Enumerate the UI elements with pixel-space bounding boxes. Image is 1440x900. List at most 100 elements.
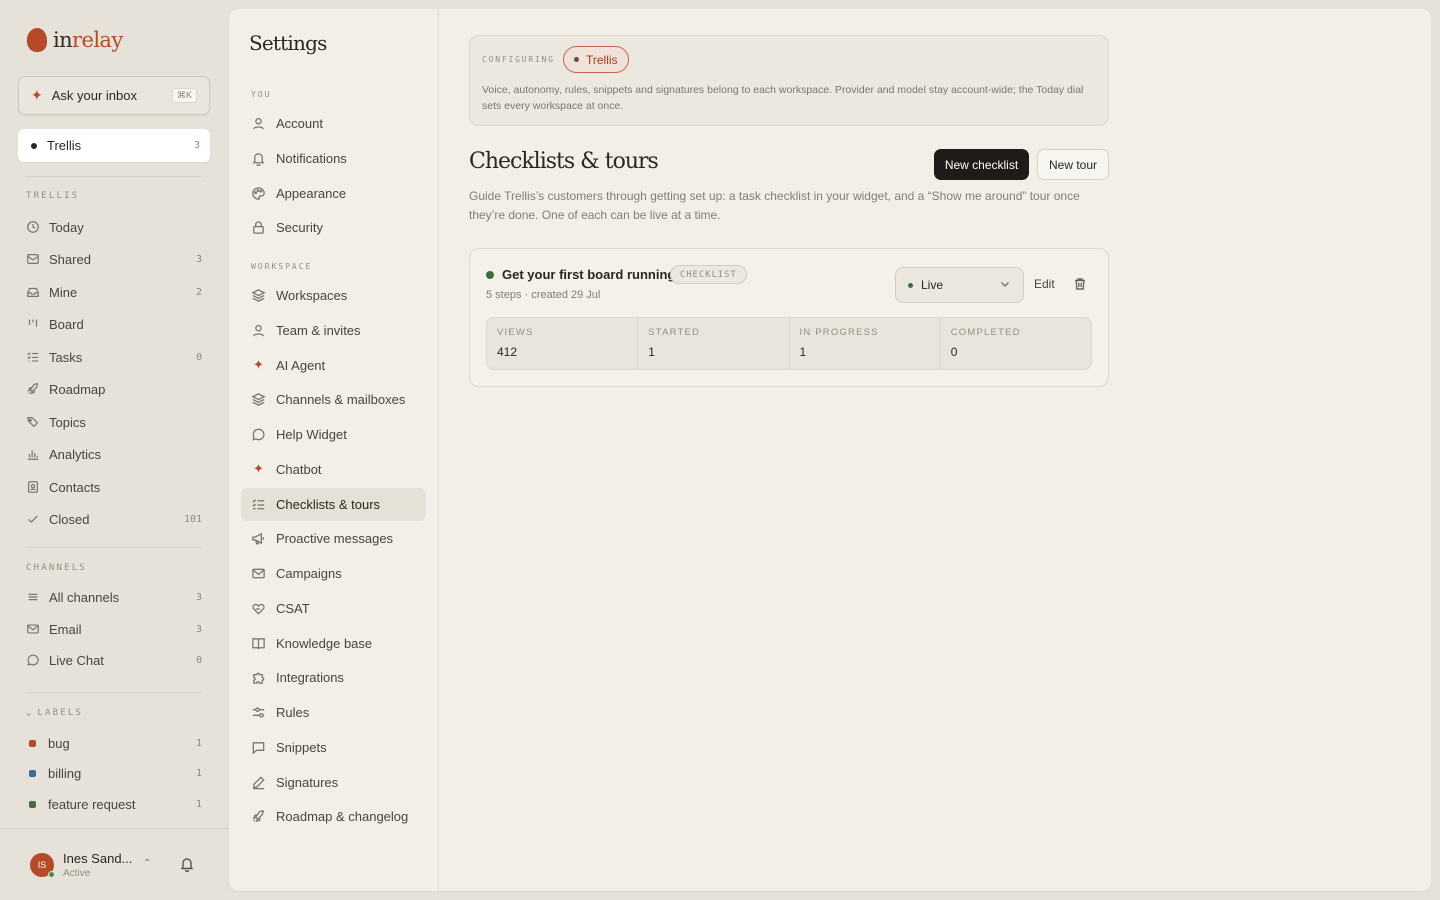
stat-started: STARTED 1 [638,318,790,369]
settings-item-security[interactable]: Security [241,211,426,244]
ask-inbox-button[interactable]: ✦ Ask your inbox ⌘K [18,76,210,115]
sparkle-icon: ✦ [31,87,43,103]
labels-section-toggle[interactable]: ⌄ LABELS [26,708,83,718]
settings-item-label: Signatures [276,774,339,790]
chevron-up-icon[interactable]: ⌃ [143,858,151,869]
new-checklist-button[interactable]: New checklist [934,149,1029,180]
channel-item-live-chat[interactable]: Live Chat 0 [26,648,202,672]
label-item-billing[interactable]: billing 1 [26,761,202,785]
brand-logo[interactable]: inrelay [27,28,123,52]
settings-item-snippets[interactable]: Snippets [241,731,426,764]
settings-item-roadmap-and-changelog[interactable]: Roadmap & changelog [241,800,426,833]
settings-item-channels-and-mailboxes[interactable]: Channels & mailboxes [241,383,426,416]
puzzle-icon [251,670,266,685]
label-item-bug[interactable]: bug 1 [26,731,202,755]
stat-label: COMPLETED [950,327,1021,338]
sparkle-icon: ✦ [253,461,264,477]
sidebar-item-board[interactable]: Board [26,312,202,336]
settings-item-ai-agent[interactable]: ✦ AI Agent [241,349,426,382]
channel-item-email[interactable]: Email 3 [26,617,202,641]
settings-item-workspaces[interactable]: Workspaces [241,279,426,312]
workspace-switcher[interactable]: Trellis 3 [18,129,210,162]
bell-icon[interactable] [179,856,195,877]
settings-item-team-and-invites[interactable]: Team & invites [241,314,426,347]
sidebar-item-label: Roadmap [49,381,106,397]
label-item-label: feature request [48,796,136,812]
sidebar-item-label: Today [49,219,84,235]
settings-item-knowledge-base[interactable]: Knowledge base [241,627,426,660]
settings-item-checklists-and-tours[interactable]: Checklists & tours [241,487,426,521]
settings-item-label: Campaigns [276,566,342,581]
bar-chart-icon [26,447,40,461]
inbox-tray-icon [26,285,40,299]
sidebar-item-tasks[interactable]: Tasks 0 [26,345,202,369]
pen-icon [251,775,266,790]
stat-label: IN PROGRESS [799,327,879,338]
settings-item-label: CSAT [276,600,310,616]
channel-item-count: 3 [195,591,202,603]
chevron-down-icon [999,278,1011,293]
configuring-workspace-pill[interactable]: Trellis [563,46,629,73]
settings-item-label: Roadmap & changelog [276,809,409,825]
tasks-icon [26,350,40,364]
label-item-feature-request[interactable]: feature request 1 [26,792,202,816]
trash-icon[interactable] [1073,277,1087,296]
settings-item-label: Security [276,220,323,236]
inbox-icon [26,252,40,266]
stat-views: VIEWS 412 [487,318,639,369]
rocket-icon [251,809,266,824]
divider [26,692,202,693]
sidebar-item-today[interactable]: Today [26,215,202,239]
settings-item-label: Notifications [276,150,347,166]
settings-item-account[interactable]: Account [241,107,426,140]
settings-item-help-widget[interactable]: Help Widget [241,418,426,451]
settings-item-proactive-messages[interactable]: Proactive messages [241,522,426,555]
chat-bubble-icon [251,427,266,442]
settings-item-integrations[interactable]: Integrations [241,661,426,694]
lock-icon [251,220,266,235]
settings-item-label: Workspaces [276,288,348,303]
sidebar-item-analytics[interactable]: Analytics [26,442,202,466]
sidebar-item-contacts[interactable]: Contacts [26,475,202,499]
workspace-dot-icon [574,57,579,62]
settings-item-notifications[interactable]: Notifications [241,142,426,175]
settings-item-campaigns[interactable]: Campaigns [241,557,426,590]
channel-item-count: 3 [195,623,202,635]
settings-item-label: Proactive messages [276,531,394,547]
edit-button[interactable]: Edit [1034,277,1055,291]
user-menu[interactable]: IS Ines Sand... Active ⌃ [30,848,206,882]
settings-item-label: Checklists & tours [276,496,381,512]
settings-item-rules[interactable]: Rules [241,696,426,729]
user-name: Ines Sand... [63,851,133,866]
sidebar-item-mine[interactable]: Mine 2 [26,280,202,304]
channel-item-label: Email [49,621,82,637]
stat-label: STARTED [648,327,701,338]
new-tour-button[interactable]: New tour [1037,149,1109,180]
message-square-icon [251,740,266,755]
label-color-icon [29,739,36,747]
app-sidebar: inrelay ✦ Ask your inbox ⌘K Trellis 3 TR… [0,0,228,900]
status-select[interactable]: Live [895,267,1024,303]
settings-item-label: Knowledge base [276,635,373,651]
settings-item-csat[interactable]: CSAT [241,592,426,625]
checklist-title: Get your first board running [502,267,676,282]
sidebar-item-topics[interactable]: Topics [26,410,202,434]
section-label-trellis: TRELLIS [26,191,80,201]
contact-card-icon [26,480,40,494]
sidebar-item-shared[interactable]: Shared 3 [26,247,202,271]
settings-item-signatures[interactable]: Signatures [241,766,426,799]
page-description: Guide Trellis’s customers through gettin… [469,189,1080,222]
label-item-count: 1 [195,767,202,779]
checklist-type-badge: CHECKLIST [670,265,747,284]
settings-item-appearance[interactable]: Appearance [241,177,426,210]
palette-icon [251,186,266,201]
channel-item-all-channels[interactable]: All channels 3 [26,585,202,609]
checklist-icon [251,497,266,512]
lines-icon [26,590,40,604]
sidebar-item-roadmap[interactable]: Roadmap [26,377,202,401]
settings-item-chatbot[interactable]: ✦ Chatbot [241,453,426,486]
sidebar-item-count: 0 [195,351,202,363]
user-status: Active [63,868,91,879]
sidebar-item-closed[interactable]: Closed 101 [26,507,202,531]
label-item-label: billing [48,765,82,781]
